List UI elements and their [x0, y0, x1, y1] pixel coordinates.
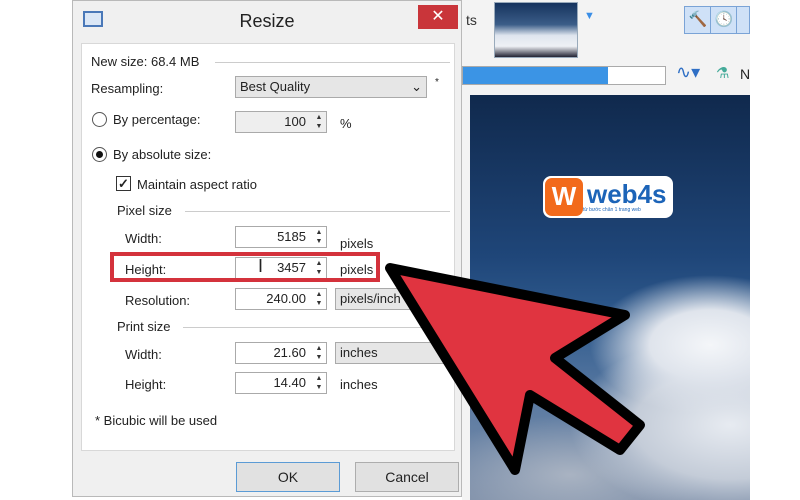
pointer-arrow-overlay: [385, 263, 645, 475]
red-arrow-icon: [385, 263, 645, 475]
